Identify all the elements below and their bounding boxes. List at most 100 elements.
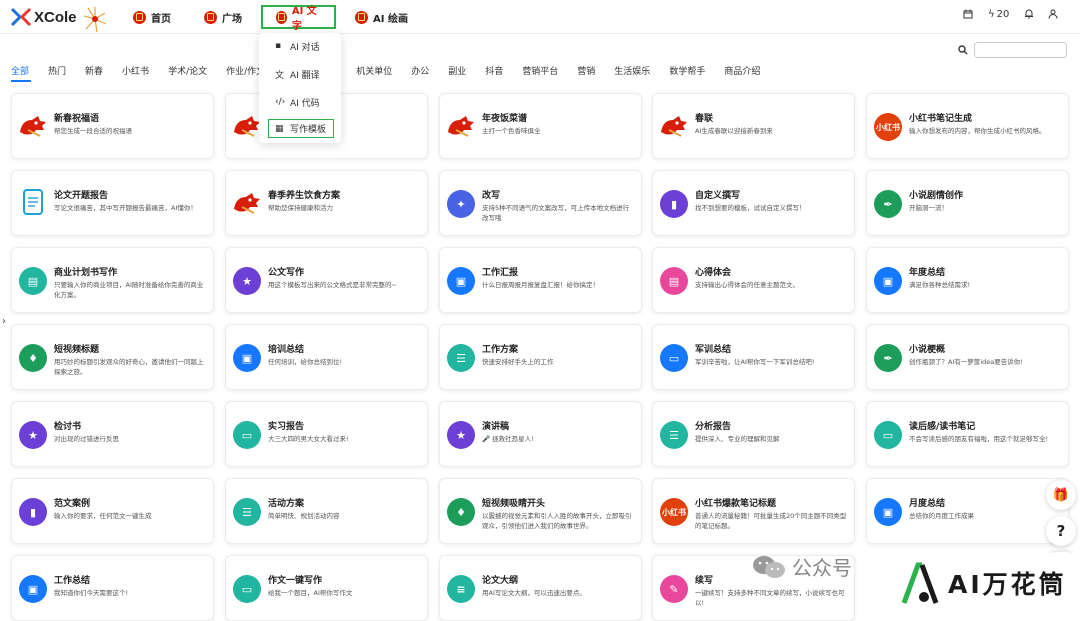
template-card[interactable]: ▤ 心得体会 支持输出心得体会的任意主题范文。	[652, 247, 855, 313]
category-tab[interactable]: 抖音	[485, 64, 503, 80]
category-tabs: 全部热门新春小红书学术/论文作业/作文分析/咨询机关单位办公副业抖音营销平台营销…	[11, 64, 779, 80]
template-card[interactable]: ♦ 短视频标题 用巧妙的标题引发观众的好奇心，邀请他们一同踏上探索之旅。	[11, 324, 214, 390]
app-name: XCole	[34, 8, 77, 26]
category-tab[interactable]: 机关单位	[356, 64, 392, 80]
template-card[interactable]: ▣ 月度总结 总结你的月度工作成果	[866, 478, 1069, 544]
template-card[interactable]: ☰ 活动方案 简单明快、规划活动内容	[225, 478, 428, 544]
user-button[interactable]	[1048, 9, 1058, 19]
menu-item-ai-chat[interactable]: ▪ AI 对话	[259, 35, 341, 57]
category-tab[interactable]: 商品介绍	[724, 64, 760, 80]
template-card[interactable]: 论文开题报告 写论文很痛苦，其中写开题报告最痛苦，AI懂你！	[11, 170, 214, 236]
menu-item-writing-template[interactable]: ▦ 写作模板	[268, 119, 334, 138]
template-card[interactable]: ✒ 小说剧情创作 开脑洞一流！	[866, 170, 1069, 236]
outline-icon: ≡	[447, 575, 475, 603]
menu-item-ai-code[interactable]: ‹/› AI 代码	[259, 91, 341, 113]
card-title: 短视频标题	[54, 345, 100, 355]
xiaohongshu-icon: 小红书	[874, 113, 902, 141]
category-tab[interactable]: 办公	[411, 64, 429, 80]
template-card[interactable]: ▮ 范文案例 输入你的要求，任何范文一键生成	[11, 478, 214, 544]
card-description: 总结你的月度工作成果	[909, 512, 974, 520]
card-description: 支持5种不同语气的文案改写，可上传本地文档进行改写哦	[482, 204, 630, 222]
card-title: 短视频吸睛开头	[482, 499, 546, 509]
sidebar-expand-icon[interactable]: ›	[2, 316, 6, 327]
briefcase-icon: ▣	[447, 267, 475, 295]
nav-home[interactable]: 首页	[133, 6, 171, 28]
search-icon[interactable]	[958, 45, 968, 55]
search-input[interactable]	[974, 42, 1067, 58]
nav-ai-text[interactable]: AI 文字	[261, 5, 336, 32]
template-card[interactable]: ▣ 年度总结 满足你各种总结需求!	[866, 247, 1069, 313]
template-card[interactable]: 年夜饭菜谱主打一个色香味俱全	[439, 93, 642, 159]
template-card[interactable]: ▮ 自定义撰写 找不到想要的模板，试试自定义撰写！	[652, 170, 855, 236]
template-card[interactable]: ≡ 论文大纲 用AI写论文大纲，可以迅速出要点。	[439, 555, 642, 621]
category-tab[interactable]: 数学帮手	[669, 64, 705, 80]
template-card[interactable]: ☰ 工作方案 快速安排好手头上的工作	[439, 324, 642, 390]
card-title: 改写	[482, 191, 501, 201]
id-card-icon: ▭	[233, 421, 261, 449]
card-description: 帮助您保持健康和活力	[268, 204, 333, 212]
card-title: 检讨书	[54, 422, 82, 432]
card-title: 年夜饭菜谱	[482, 114, 528, 124]
template-card[interactable]: ▭ 军训总结 军训辛苦啦，让AI帮你写一下军训总结吧!	[652, 324, 855, 390]
card-description: 以震撼的视觉元素和引人入胜的故事开头，立即吸引观众，引领他们进入我们的故事世界。	[482, 512, 632, 530]
template-card[interactable]: ▭ 实习报告 大三大四的男大女大看过来!	[225, 401, 428, 467]
card-description: 只要输入你的商业项目，AI随时准备给你完善的商业化方案。	[54, 281, 204, 299]
xiaohongshu-badge-text: 小红书	[662, 507, 686, 517]
template-card[interactable]: ▭ 读后感/读书笔记 不会写读后感的朋友有福啦，用这个就足够写全!	[866, 401, 1069, 467]
template-card[interactable]: 小红书 小红书爆款笔记标题 普通人的流量秘籍！可批量生成20个同主题不同类型的笔记标…	[652, 478, 855, 544]
active-tab-underline	[11, 80, 31, 82]
template-card[interactable]: ▭ 作文一键写作 给我一个题目，AI帮你写作文	[225, 555, 428, 621]
template-card[interactable]: ★ 公文写作 用这个模板写出来的公文格式是非常完整的~	[225, 247, 428, 313]
category-tab[interactable]: 新春	[85, 64, 103, 80]
category-tab[interactable]: 营销	[577, 64, 595, 80]
template-card[interactable]: ★ 检讨书 对出现的过错进行反思	[11, 401, 214, 467]
template-card[interactable]: ✦ 改写支持5种不同语气的文案改写，可上传本地文档进行改写哦	[439, 170, 642, 236]
dragon-icon	[18, 112, 48, 140]
template-card[interactable]: ▣ 工作汇报 什么日报周报月报复盘汇报！给你搞定！	[439, 247, 642, 313]
card-title: 范文案例	[54, 499, 91, 509]
template-card[interactable]: 小红书 小红书笔记生成 输入你想发布的内容，帮你生成小红书的风格。	[866, 93, 1069, 159]
category-tab[interactable]: 学术/论文	[168, 64, 207, 80]
lantern-icon	[355, 10, 368, 24]
category-tab[interactable]: 营销平台	[522, 64, 558, 80]
category-tab[interactable]: 热门	[48, 64, 66, 80]
document-list-icon: ☰	[233, 498, 261, 526]
dragon-icon	[446, 112, 476, 140]
nav-square[interactable]: 广场	[204, 6, 242, 28]
calendar-button[interactable]	[963, 9, 973, 19]
gift-button[interactable]: 🎁	[1046, 480, 1076, 510]
template-card[interactable]: 新春祝福语 帮您生成一段合适的祝福语	[11, 93, 214, 159]
template-card[interactable]: ▣ 培训总结 任何培训，给你总结到位!	[225, 324, 428, 390]
template-card[interactable]: ▣ 工作总结 我知道你们今天需要这个!	[11, 555, 214, 621]
template-card[interactable]: 春联 AI生成春联以迎接新春到来	[652, 93, 855, 159]
template-card[interactable]: ▤ 商业计划书写作 只要输入你的商业项目，AI随时准备给你完善的商业化方案。	[11, 247, 214, 313]
template-card[interactable]: 春季养生饮食方案 帮助您保持健康和活力	[225, 170, 428, 236]
code-icon: ‹/›	[275, 97, 286, 107]
card-description: 输入你想发布的内容，帮你生成小红书的风格。	[909, 127, 1046, 135]
xiaohongshu-badge-text: 小红书	[876, 122, 900, 132]
pen-icon: ✒	[874, 190, 902, 218]
category-tab[interactable]: 生活娱乐	[614, 64, 650, 80]
card-description: 支持输出心得体会的任意主题范文。	[695, 281, 799, 289]
template-card[interactable]: ☰ 分析报告 提供深入、专业的理解和见解	[652, 401, 855, 467]
template-card[interactable]: ★ 演讲稿 🎤 拯救社恐星人!	[439, 401, 642, 467]
category-tab[interactable]: 小红书	[122, 64, 149, 80]
points-indicator[interactable]: ϟ 20	[988, 9, 1009, 20]
category-tab[interactable]: 副业	[448, 64, 466, 80]
nav-ai-drawing[interactable]: AI 绘画	[355, 6, 408, 28]
card-description: 我知道你们今天需要这个!	[54, 589, 129, 597]
magic-icon: ✦	[447, 190, 475, 218]
app-logo[interactable]: XCole	[10, 7, 77, 27]
category-tab[interactable]: 全部	[11, 64, 29, 80]
template-card[interactable]: ✒ 小说梗概 创作瓶颈了？AI有一箩筐idea要告诉你!	[866, 324, 1069, 390]
bell-icon	[1025, 9, 1033, 19]
help-button[interactable]: ?	[1046, 516, 1076, 546]
ai-text-dropdown-menu: ▪ AI 对话 文 AI 翻译 ‹/› AI 代码 ▦ 写作模板	[259, 33, 341, 143]
translate-icon: 文	[275, 70, 285, 81]
card-description: 主打一个色香味俱全	[482, 127, 541, 135]
menu-item-ai-translate[interactable]: 文 AI 翻译	[259, 63, 341, 85]
nav-square-label: 广场	[222, 13, 242, 25]
notification-button[interactable]	[1024, 9, 1034, 19]
template-card[interactable]: ♦ 短视频吸睛开头 以震撼的视觉元素和引人入胜的故事开头，立即吸引观众，引领他们进入…	[439, 478, 642, 544]
chat-icon: ▪	[275, 41, 282, 51]
